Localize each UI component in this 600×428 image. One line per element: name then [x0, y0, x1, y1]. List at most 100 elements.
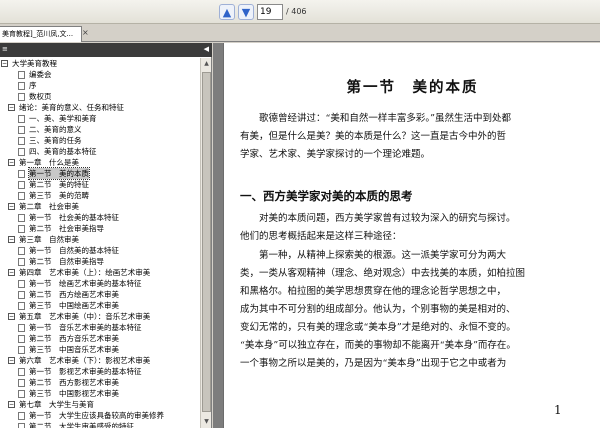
page-icon	[18, 181, 25, 189]
bookmark-item[interactable]: 二、美育的意义	[0, 124, 200, 135]
page-icon	[18, 247, 25, 255]
page-icon	[18, 115, 25, 123]
bookmark-label: 第二节 大学生审美感受的特征	[29, 422, 134, 428]
bookmark-item[interactable]: − 第六章 艺术审美（下）：影视艺术审美	[0, 355, 200, 366]
page-icon	[18, 280, 25, 288]
page-icon	[18, 291, 25, 299]
arrow-down-icon: ▼	[241, 5, 251, 19]
bookmark-item[interactable]: − 第一章 什么是美	[0, 157, 200, 168]
bookmark-label: 第二节 美的特征	[29, 180, 89, 189]
bookmark-label: 编委会	[29, 70, 52, 79]
page-icon	[18, 302, 25, 310]
bookmark-item[interactable]: 第二节 大学生审美感受的特征	[0, 421, 200, 428]
bookmark-label: 第五章 艺术审美（中）：音乐艺术审美	[19, 312, 151, 321]
bookmark-item[interactable]: − 第四章 艺术审美（上）：绘画艺术审美	[0, 267, 200, 278]
expand-collapse-icon[interactable]: −	[8, 159, 15, 166]
section-heading: 一、西方美学家对美的本质的思考	[240, 189, 413, 203]
bookmark-item[interactable]: − 大学美育教程	[0, 58, 200, 69]
bookmark-label: 第二节 西方绘画艺术审美	[29, 290, 119, 299]
bookmark-item[interactable]: 第三节 中国绘画艺术审美	[0, 300, 200, 311]
bookmark-item[interactable]: − 第二章 社会审美	[0, 201, 200, 212]
document-page: 第一节 美的本质 歌德曾经讲过：“美和自然一样丰富多彩。”虽然生活中到处都 有美，…	[223, 43, 600, 428]
bookmark-item[interactable]: 四、美育的基本特征	[0, 146, 200, 157]
text-line: 学家、艺术家、美学家探讨的一个理论难题。	[240, 149, 431, 160]
bookmark-label: 数权页	[29, 92, 52, 101]
page-icon	[18, 71, 25, 79]
page-title: 第一节 美的本质	[346, 79, 479, 96]
bookmark-item[interactable]: 第一节 绘画艺术审美的基本特征	[0, 278, 200, 289]
bookmark-item[interactable]: − 绪论：美育的意义、任务和特征	[0, 102, 200, 113]
text-line: 有美，但是什么是美？美的本质是什么？这一直是古今中外的哲	[240, 131, 507, 142]
bookmark-label: 绪论：美育的意义、任务和特征	[19, 103, 124, 112]
bookmark-item[interactable]: 第二节 社会审美指导	[0, 223, 200, 234]
previous-page-button[interactable]: ▲	[219, 4, 235, 20]
scrollbar-thumb[interactable]	[202, 72, 211, 412]
bookmark-item[interactable]: 第三节 美的范畴	[0, 190, 200, 201]
bookmark-label: 第一节 绘画艺术审美的基本特征	[29, 279, 142, 288]
bookmark-label: 序	[29, 81, 37, 90]
scroll-down-icon[interactable]: ▼	[202, 417, 211, 427]
bookmark-item[interactable]: 第一节 社会美的基本特征	[0, 212, 200, 223]
bookmark-item[interactable]: 第二节 西方绘画艺术审美	[0, 289, 200, 300]
bookmark-item[interactable]: 第一节 音乐艺术审美的基本特征	[0, 322, 200, 333]
text-line: 类，一类从客观精神（理念、绝对观念）中去找美的本质，如柏拉图	[240, 268, 526, 279]
bookmark-item[interactable]: 第三节 中国音乐艺术审美	[0, 344, 200, 355]
bookmark-item[interactable]: 第三节 中国影视艺术审美	[0, 388, 200, 399]
bookmark-item[interactable]: 数权页	[0, 91, 200, 102]
pane-menu-icon[interactable]: ≡	[2, 46, 8, 53]
bookmark-label: 二、美育的意义	[29, 125, 82, 134]
bookmark-label: 第三节 美的范畴	[29, 191, 89, 200]
bookmark-item[interactable]: 第二节 西方影视艺术审美	[0, 377, 200, 388]
bookmark-item[interactable]: − 第五章 艺术审美（中）：音乐艺术审美	[0, 311, 200, 322]
page-total-label: / 406	[286, 7, 307, 16]
bookmark-item[interactable]: 第一节 自然美的基本特征	[0, 245, 200, 256]
bookmark-item[interactable]: 第一节 影视艺术审美的基本特征	[0, 366, 200, 377]
bookmark-label: 第二节 社会审美指导	[29, 224, 104, 233]
bookmark-label: 第六章 艺术审美（下）：影视艺术审美	[19, 356, 151, 365]
bookmark-label: 第二章 社会审美	[19, 202, 79, 211]
bookmark-label: 第一节 影视艺术审美的基本特征	[29, 367, 142, 376]
collapse-pane-icon[interactable]: ◀	[204, 46, 209, 53]
text-line: 成为其中不可分割的组成部分。他认为，个别事物的美是相对的、	[240, 304, 516, 315]
bookmark-label: 第二节 西方影视艺术审美	[29, 378, 119, 387]
bookmark-item[interactable]: 三、美育的任务	[0, 135, 200, 146]
close-tab-icon[interactable]: ×	[82, 29, 89, 37]
page-icon	[18, 346, 25, 354]
page-icon	[18, 423, 25, 428]
bookmark-item[interactable]: 序	[0, 80, 200, 91]
page-icon	[18, 214, 25, 222]
bookmark-item[interactable]: 编委会	[0, 69, 200, 80]
bookmark-item[interactable]: 第二节 自然审美指导	[0, 256, 200, 267]
bookmark-item[interactable]: 第二节 西方音乐艺术审美	[0, 333, 200, 344]
text-line: 对美的本质问题，西方美学家曾有过较为深入的研究与探讨。	[259, 213, 516, 224]
bookmark-item[interactable]: − 第三章 自然审美	[0, 234, 200, 245]
page-number-input[interactable]	[257, 4, 283, 20]
expand-collapse-icon[interactable]: −	[1, 60, 8, 67]
bookmark-label: 一、美、美学和美育	[29, 114, 97, 123]
expand-collapse-icon[interactable]: −	[8, 236, 15, 243]
bookmark-item[interactable]: 第一节 美的本质	[0, 167, 200, 180]
next-page-button[interactable]: ▼	[238, 4, 254, 20]
bookmark-label: 第三节 中国音乐艺术审美	[29, 345, 119, 354]
expand-collapse-icon[interactable]: −	[8, 203, 15, 210]
bookmark-label: 第三节 中国影视艺术审美	[29, 389, 119, 398]
text-line: 和黑格尔。柏拉图的美学思想贯穿在他的理念论哲学思想之中，	[240, 286, 507, 297]
expand-collapse-icon[interactable]: −	[8, 269, 15, 276]
expand-collapse-icon[interactable]: −	[8, 104, 15, 111]
page-icon	[18, 412, 25, 420]
bookmark-item[interactable]: 第一节 大学生应该具备较高的审美修养	[0, 410, 200, 421]
bookmarks-scrollbar[interactable]: ▲ ▼	[200, 58, 211, 428]
bookmark-item[interactable]: 一、美、美学和美育	[0, 113, 200, 124]
page-icon	[18, 379, 25, 387]
document-tab[interactable]: 美育教程]_范川凤,文...	[0, 26, 82, 42]
scroll-up-icon[interactable]: ▲	[202, 59, 211, 69]
expand-collapse-icon[interactable]: −	[8, 401, 15, 408]
page-icon	[18, 137, 25, 145]
bookmark-label: 第七章 大学生与美育	[19, 400, 94, 409]
document-viewport: 第一节 美的本质 歌德曾经讲过：“美和自然一样丰富多彩。”虽然生活中到处都 有美，…	[213, 43, 600, 428]
bookmark-item[interactable]: 第二节 美的特征	[0, 179, 200, 190]
bookmark-item[interactable]: − 第七章 大学生与美育	[0, 399, 200, 410]
expand-collapse-icon[interactable]: −	[8, 313, 15, 320]
expand-collapse-icon[interactable]: −	[8, 357, 15, 364]
paragraph-intro: 歌德曾经讲过：“美和自然一样丰富多彩。”虽然生活中到处都 有美，但是什么是美？美的…	[240, 110, 590, 164]
